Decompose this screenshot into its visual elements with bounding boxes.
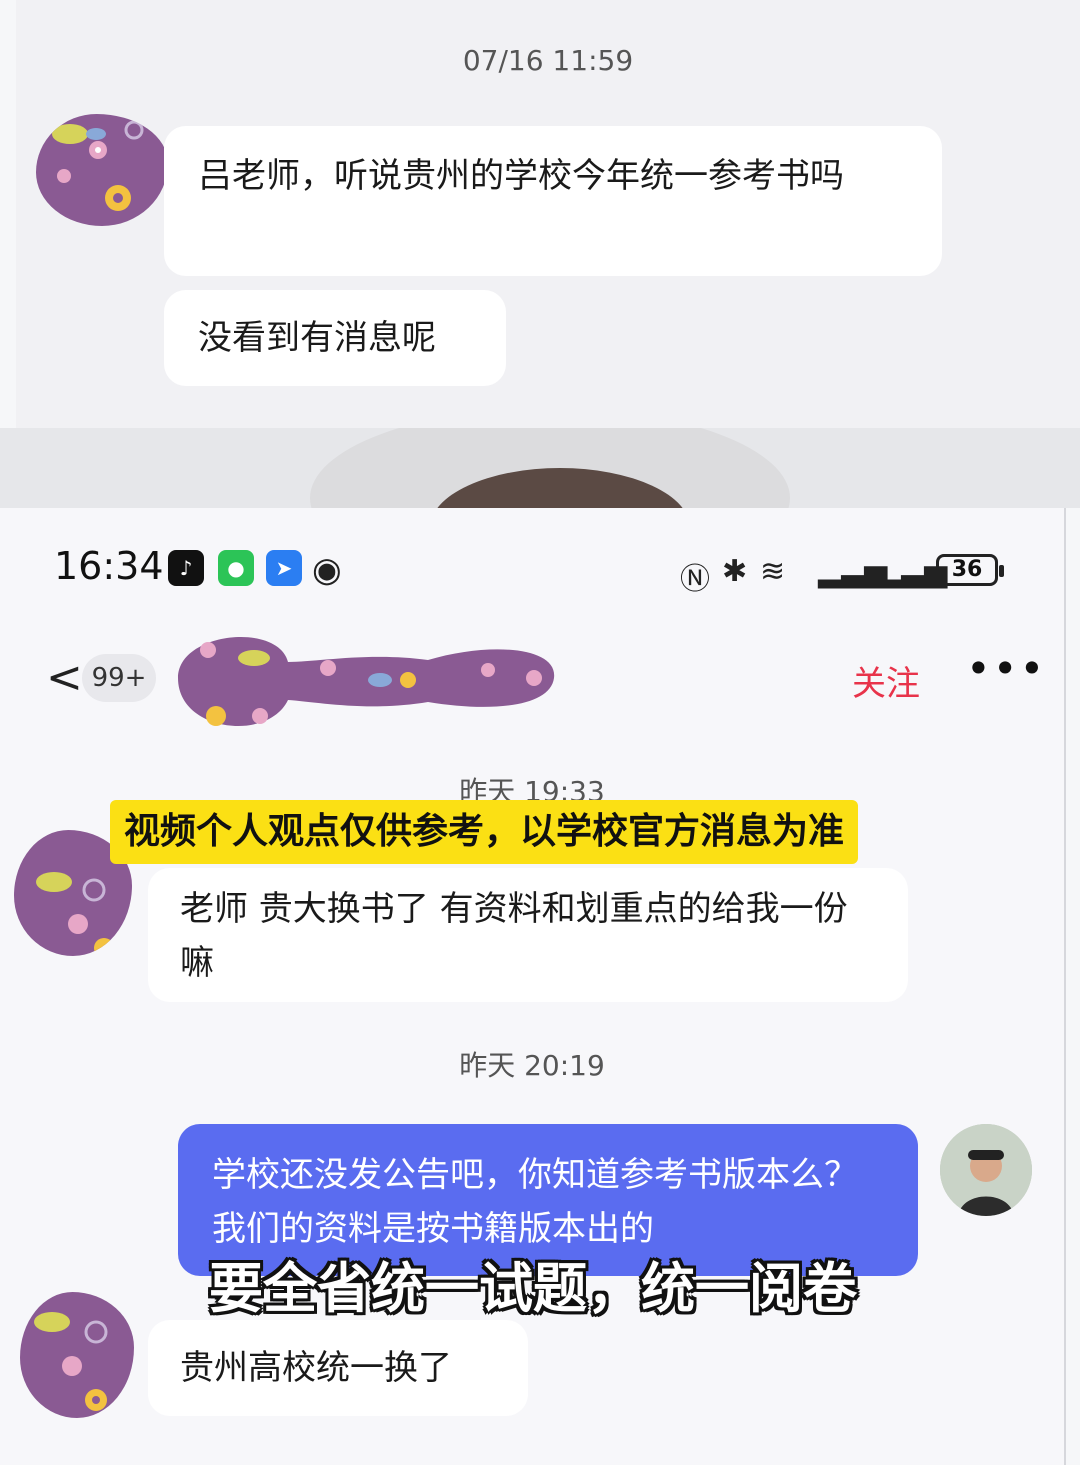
top-screenshot-panel: 07/16 11:59 吕老师，听说贵州的学校今年统一参考书吗 没看到有消息呢 (16, 0, 1080, 428)
message-text: 吕老师，听说贵州的学校今年统一参考书吗 (198, 156, 844, 196)
message-text: 学校还没发公告吧，你知道参考书版本么？我们的资料是按书籍版本出的 (212, 1155, 858, 1249)
more-options-icon[interactable]: ••• (966, 644, 1046, 693)
contact-avatar[interactable] (36, 114, 168, 226)
signal-icon: ▂▃▅ (818, 554, 888, 589)
contact-name-redacted (168, 622, 558, 734)
wifi-icon: ≋ (760, 554, 786, 589)
message-text: 老师 贵大换书了 有资料和划重点的给我一份嘛 (180, 889, 848, 983)
message-bubble-incoming: 贵州高校统一换了 (148, 1320, 528, 1416)
message-timestamp: 07/16 11:59 (462, 44, 634, 77)
message-bubble-reply: 没看到有消息呢 (164, 290, 506, 386)
eye-icon: ◉ (312, 550, 342, 590)
my-avatar[interactable] (940, 1124, 1032, 1216)
bluetooth-icon: ✱ (722, 554, 748, 589)
status-bar: 16:34 ♪ ● ➤ ◉ Ⓝ ✱ ≋ ▂▃▅ ▂▃▅ 36 (0, 540, 1064, 597)
unread-badge[interactable]: 99+ (82, 654, 156, 702)
video-subtitle: 要全省统一试题，统一阅卷 (209, 1257, 857, 1320)
disclaimer-caption: 视频个人观点仅供参考，以学校官方消息为准 (110, 800, 859, 864)
follow-button[interactable]: 关注 (852, 656, 920, 705)
video-background (0, 428, 1080, 508)
chat-timestamp: 昨天 20:19 (459, 1049, 605, 1082)
message-bubble-incoming: 老师 贵大换书了 有资料和划重点的给我一份嘛 (148, 868, 908, 1002)
map-pin-icon: ➤ (266, 550, 302, 586)
message-bubble-incoming: 吕老师，听说贵州的学校今年统一参考书吗 (164, 126, 942, 276)
bottom-screenshot-panel: 16:34 ♪ ● ➤ ◉ Ⓝ ✱ ≋ ▂▃▅ ▂▃▅ 36 < 99+ 关注 … (0, 508, 1066, 1465)
chat-header: < 99+ 关注 ••• (0, 616, 1064, 726)
nfc-icon: Ⓝ (680, 562, 710, 597)
wechat-icon: ● (218, 550, 254, 586)
chevron-left-icon[interactable]: < (46, 652, 83, 703)
status-time: 16:34 (54, 544, 164, 588)
contact-avatar[interactable] (20, 1292, 134, 1418)
tiktok-icon: ♪ (168, 550, 204, 586)
battery-indicator: 36 (936, 554, 1004, 586)
message-text: 贵州高校统一换了 (180, 1348, 452, 1388)
message-text: 没看到有消息呢 (198, 318, 436, 358)
